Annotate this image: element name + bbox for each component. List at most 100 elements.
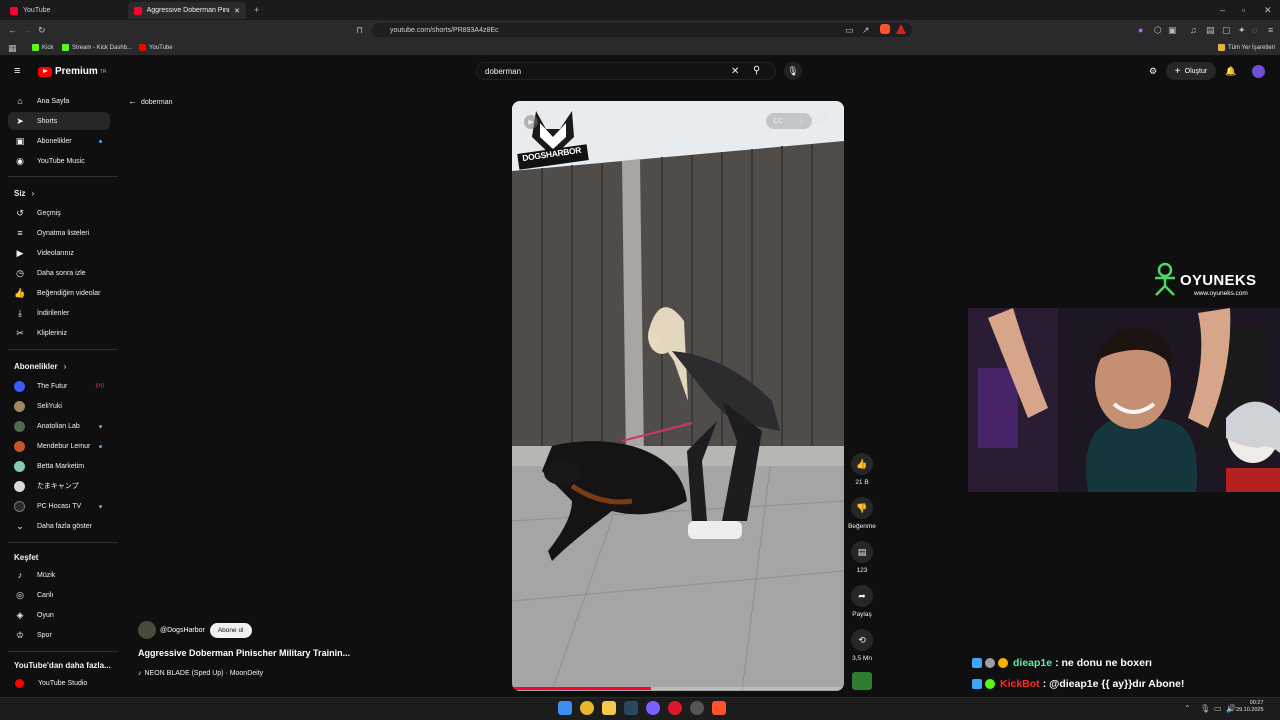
sidebar-item-clips[interactable]: ✂ Klipleriniz bbox=[8, 324, 110, 342]
address-bar[interactable]: youtube.com/shorts/PR893A4z8Ec bbox=[372, 23, 912, 37]
fullscreen-icon[interactable]: ⤢ bbox=[820, 114, 827, 125]
sidebar-item-your-videos[interactable]: ▶ Videolarınız bbox=[8, 244, 110, 262]
more-options-icon[interactable]: ⋮ bbox=[798, 117, 805, 125]
sidebar-channel[interactable]: Mendebur Lemur bbox=[8, 437, 110, 455]
voice-search-icon[interactable]: 🎙 bbox=[784, 62, 802, 80]
chrome-icon[interactable] bbox=[580, 701, 594, 715]
channel-avatar[interactable] bbox=[138, 621, 156, 639]
sidebar-icon[interactable]: ▤ bbox=[1206, 25, 1215, 35]
dislike-button[interactable]: 👎 Beğenme bbox=[846, 497, 878, 530]
apps-grid-icon[interactable]: ▦ bbox=[8, 43, 17, 53]
all-bookmarks[interactable]: Tüm Yer İşaretleri bbox=[1218, 44, 1275, 51]
tray-chevron-icon[interactable]: ⌃ bbox=[1184, 704, 1191, 714]
clear-search-icon[interactable]: ✕ bbox=[731, 66, 739, 77]
region-code: TR bbox=[99, 68, 107, 75]
network-icon[interactable]: ▭ bbox=[1214, 704, 1222, 714]
brave-icon[interactable] bbox=[712, 701, 726, 715]
start-menu-icon[interactable] bbox=[558, 701, 572, 715]
taskbar-clock[interactable]: 00:27 29.10.2025 bbox=[1236, 700, 1264, 714]
section-header-subscriptions[interactable]: Abonelikler › bbox=[14, 362, 66, 371]
menu-icon[interactable]: ≡ bbox=[1268, 25, 1273, 35]
sidebar-channel[interactable]: PC Hocası TV bbox=[8, 497, 110, 515]
media-icon[interactable]: ♫ bbox=[1190, 25, 1197, 35]
subscribe-button[interactable]: Abone ol bbox=[209, 622, 252, 638]
sound-thumbnail[interactable] bbox=[852, 672, 872, 690]
obs-icon[interactable] bbox=[690, 701, 704, 715]
leo-icon[interactable]: ✦ bbox=[1238, 25, 1246, 35]
channel-handle[interactable]: @DogsHarbor bbox=[160, 627, 205, 634]
sidebar-item-gaming[interactable]: ◈ Oyun bbox=[8, 606, 110, 624]
install-app-icon[interactable]: ▭ bbox=[845, 25, 854, 35]
extension-icon[interactable]: ⬡ bbox=[1154, 25, 1162, 35]
sidebar-item-sports[interactable]: ♔ Spor bbox=[8, 626, 110, 644]
sidebar-item-downloads[interactable]: ⤓ İndirilenler bbox=[8, 304, 110, 322]
sidebar-item-live[interactable]: ◎ Canlı bbox=[8, 586, 110, 604]
forward-icon[interactable]: → bbox=[23, 25, 32, 35]
cast-icon[interactable]: ⚙ bbox=[1149, 66, 1157, 76]
volume-icon[interactable]: 🔊 bbox=[1226, 704, 1236, 714]
avatar[interactable] bbox=[1252, 65, 1265, 78]
sidebar-channel[interactable]: Anatolian Lab bbox=[8, 417, 110, 435]
close-window-icon[interactable]: ✕ bbox=[1264, 5, 1272, 15]
play-icon[interactable]: ▶ bbox=[524, 115, 538, 129]
sidebar-channel[interactable]: Betta Marketim bbox=[8, 457, 110, 475]
discord-icon[interactable] bbox=[646, 701, 660, 715]
sidebar-item-shorts[interactable]: ➤ Shorts bbox=[8, 112, 110, 130]
sidebar-channel[interactable]: The Futur ((•)) bbox=[8, 377, 110, 395]
extension-icon[interactable]: ▣ bbox=[1168, 25, 1177, 35]
sidebar-channel[interactable]: SeliYuki bbox=[8, 397, 110, 415]
wallet-icon[interactable]: ▢ bbox=[1222, 25, 1231, 35]
steam-icon[interactable] bbox=[624, 701, 638, 715]
opera-icon[interactable] bbox=[668, 701, 682, 715]
show-more-button[interactable]: ⌄ Daha fazla göster bbox=[8, 517, 110, 535]
reload-icon[interactable]: ↻ bbox=[38, 25, 46, 35]
create-button[interactable]: + Oluştur bbox=[1166, 62, 1216, 80]
tab-active-short[interactable]: Aggressive Doberman Pinische✕ bbox=[128, 2, 246, 19]
file-explorer-icon[interactable] bbox=[602, 701, 616, 715]
search-input[interactable]: doberman ✕ ⚲ bbox=[476, 62, 776, 80]
vpn-icon[interactable]: ◌ bbox=[1252, 25, 1257, 35]
brave-shield-icon[interactable] bbox=[880, 24, 890, 34]
notifications-icon[interactable]: 🔔 bbox=[1225, 66, 1236, 76]
like-button[interactable]: 👍 21 B bbox=[850, 453, 874, 486]
minimize-icon[interactable]: – bbox=[1220, 5, 1225, 15]
share-icon[interactable]: ↗ bbox=[862, 25, 870, 35]
mic-tray-icon[interactable]: 🎙 bbox=[1200, 704, 1210, 714]
sidebar-channel[interactable]: たまキャンプ bbox=[8, 477, 110, 495]
bookmark-item[interactable]: Stream - Kick Dashb... bbox=[62, 44, 132, 51]
sidebar-item-history[interactable]: ↺ Geçmiş bbox=[8, 204, 110, 222]
section-title: Keşfet bbox=[14, 553, 39, 562]
bookmark-icon[interactable]: ⊓ bbox=[356, 25, 363, 35]
bookmark-item[interactable]: Kick bbox=[32, 44, 53, 51]
bookmark-item[interactable]: YouTube bbox=[139, 44, 173, 51]
video-title[interactable]: Aggressive Doberman Pinischer Military T… bbox=[138, 648, 350, 658]
sidebar-item-watch-later[interactable]: ◷ Daha sonra izle bbox=[8, 264, 110, 282]
sidebar-item-youtube-music[interactable]: ◉ YouTube Music bbox=[8, 152, 110, 170]
sidebar-item-subscriptions[interactable]: ▣ Abonelikler bbox=[8, 132, 110, 150]
close-tab-icon[interactable]: ✕ bbox=[234, 7, 240, 15]
youtube-premium-logo[interactable]: Premium TR bbox=[38, 66, 106, 77]
maximize-icon[interactable]: ▫ bbox=[1242, 5, 1245, 15]
comments-button[interactable]: ▤ 123 bbox=[850, 541, 874, 574]
sidebar-item-music[interactable]: ♪ Müzik bbox=[8, 566, 110, 584]
back-to-search[interactable]: ← doberman bbox=[128, 96, 173, 106]
tab-youtube[interactable]: YouTube bbox=[4, 2, 124, 19]
music-credit[interactable]: ♪ NEON BLADE (Sped Up) · MoonDeity bbox=[138, 670, 263, 677]
hamburger-menu-icon[interactable]: ≡ bbox=[14, 66, 20, 77]
back-icon[interactable]: ← bbox=[8, 25, 17, 35]
sidebar-divider bbox=[8, 542, 118, 543]
new-tab-icon[interactable]: + bbox=[254, 5, 259, 15]
video-progress-track[interactable] bbox=[512, 687, 844, 690]
sidebar-item-home[interactable]: ⌂ Ana Sayfa bbox=[8, 92, 110, 110]
search-icon[interactable]: ⚲ bbox=[753, 65, 760, 76]
sidebar-item-youtube-studio[interactable]: YouTube Studio bbox=[8, 674, 110, 692]
remix-button[interactable]: ⟲ 3,5 Mn bbox=[850, 629, 874, 662]
extension-icon[interactable]: ● bbox=[1138, 25, 1143, 35]
chat-username: KickBot bbox=[1000, 678, 1040, 690]
share-button[interactable]: ➦ Paylaş bbox=[850, 585, 874, 618]
sidebar-item-liked-videos[interactable]: 👍 Beğendiğim videolar bbox=[8, 284, 110, 302]
captions-icon[interactable]: CC bbox=[773, 118, 783, 125]
section-header-you[interactable]: Siz › bbox=[14, 189, 34, 198]
short-video-player[interactable]: DOGSHARBOR ▶ CC ⋮ ⤢ bbox=[512, 101, 844, 691]
sidebar-item-playlists[interactable]: ≡ Oynatma listeleri bbox=[8, 224, 110, 242]
